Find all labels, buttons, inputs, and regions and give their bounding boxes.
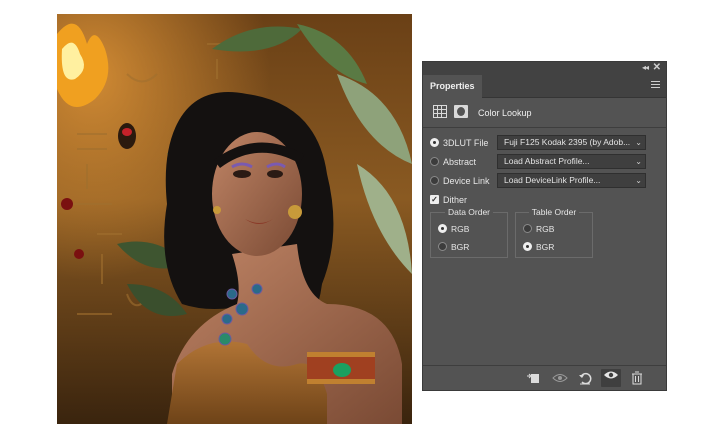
reset-icon[interactable] [578,371,592,385]
view-previous-state-icon[interactable] [552,371,568,385]
row-3dlut-file: 3DLUT File Fuji F125 Kodak 2395 (by Adob… [423,135,666,153]
radio-3dlut-file[interactable] [430,138,439,147]
label-data-order-bgr: BGR [451,242,470,252]
visibility-eye-icon[interactable] [601,369,621,387]
panel-title-bar: ◂◂ ✕ [423,62,666,75]
panel-menu-icon[interactable] [651,81,660,88]
label-abstract: Abstract [443,157,477,167]
panel-bottom-bar [423,365,666,390]
radio-table-order-rgb[interactable] [523,224,532,233]
chevron-down-icon: ⌄ [635,176,642,185]
dropdown-abstract-value: Load Abstract Profile... [504,156,590,166]
option-table-order-bgr[interactable]: BGR [516,240,592,254]
table-order-title: Table Order [528,207,580,217]
layer-mask-icon[interactable] [454,105,468,118]
dropdown-device-link[interactable]: Load DeviceLink Profile... ⌄ [497,173,646,188]
group-data-order: Data Order RGB BGR [430,207,508,258]
label-table-order-rgb: RGB [536,224,555,234]
option-data-order-bgr[interactable]: BGR [431,240,507,254]
label-device-link: Device Link [443,176,490,186]
data-order-title: Data Order [444,207,494,217]
label-table-order-bgr: BGR [536,242,555,252]
chevron-down-icon: ⌄ [635,157,642,166]
label-data-order-rgb: RGB [451,224,470,234]
dropdown-3dlut-value: Fuji F125 Kodak 2395 (by Adob... [504,137,631,147]
panel-tabstrip: Properties [423,75,666,98]
label-3dlut-file: 3DLUT File [443,138,489,148]
radio-data-order-rgb[interactable] [438,224,447,233]
chevron-down-icon: ⌄ [635,138,642,147]
option-table-order-rgb[interactable]: RGB [516,222,592,236]
group-table-order: Table Order RGB BGR [515,207,593,258]
trash-icon[interactable] [630,371,644,385]
dropdown-device-link-value: Load DeviceLink Profile... [504,175,601,185]
tab-properties[interactable]: Properties [423,75,482,98]
clip-to-layer-icon[interactable] [526,371,540,385]
canvas-artwork [57,14,412,424]
adjustment-title: Color Lookup [478,108,532,118]
collapse-panel-icon[interactable]: ◂◂ [642,63,649,72]
option-data-order-rgb[interactable]: RGB [431,222,507,236]
dropdown-abstract[interactable]: Load Abstract Profile... ⌄ [497,154,646,169]
label-dither: Dither [443,195,468,205]
radio-table-order-bgr[interactable] [523,242,532,251]
adjustment-header: Color Lookup [423,99,666,128]
row-abstract: Abstract Load Abstract Profile... ⌄ [423,154,666,172]
radio-data-order-bgr[interactable] [438,242,447,251]
close-panel-icon[interactable]: ✕ [653,62,661,73]
radio-abstract[interactable] [430,157,439,166]
panel-scrollbar[interactable] [654,127,666,365]
checkbox-dither[interactable]: ✓ [430,195,439,204]
dropdown-3dlut-file[interactable]: Fuji F125 Kodak 2395 (by Adob... ⌄ [497,135,646,150]
adjustment-grid-icon[interactable] [433,105,447,118]
radio-device-link[interactable] [430,176,439,185]
properties-panel: ◂◂ ✕ Properties Color Lookup 3DLUT File … [422,61,667,391]
row-device-link: Device Link Load DeviceLink Profile... ⌄ [423,173,666,191]
portrait-image [57,14,412,424]
